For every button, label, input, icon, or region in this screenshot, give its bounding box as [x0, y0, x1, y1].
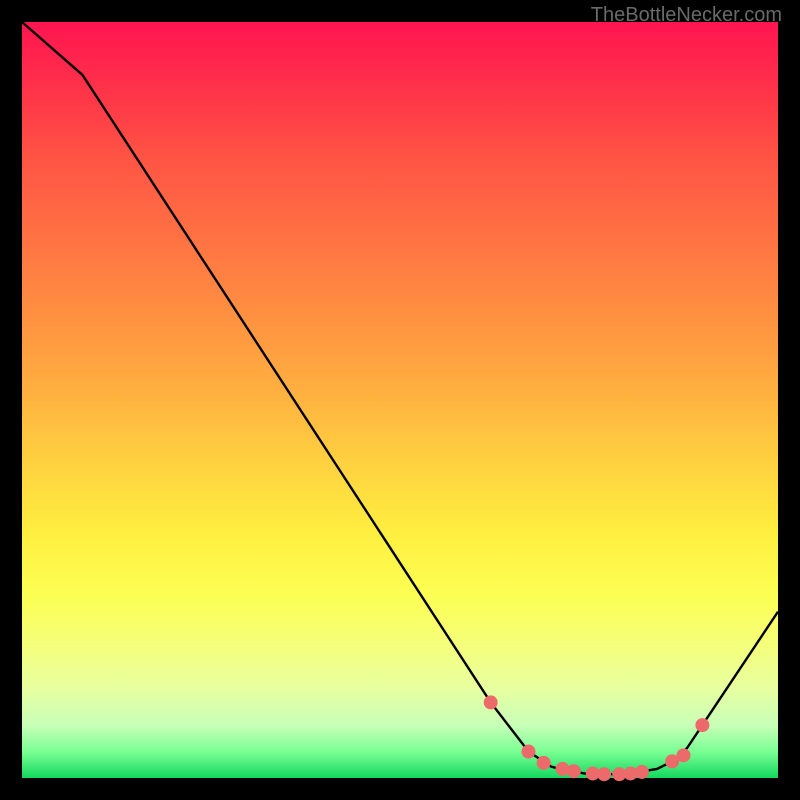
attribution-text: TheBottleNecker.com — [591, 4, 782, 27]
bottleneck-curve — [22, 22, 778, 774]
curve-marker — [598, 768, 611, 781]
curve-marker — [635, 765, 648, 778]
curve-marker — [556, 762, 569, 775]
curve-marker — [522, 745, 535, 758]
curve-marker — [484, 696, 497, 709]
curve-marker — [537, 756, 550, 769]
chart-svg — [22, 22, 778, 778]
curve-marker — [567, 765, 580, 778]
curve-marker — [677, 749, 690, 762]
curve-marker — [696, 719, 709, 732]
plot-area — [22, 22, 778, 778]
